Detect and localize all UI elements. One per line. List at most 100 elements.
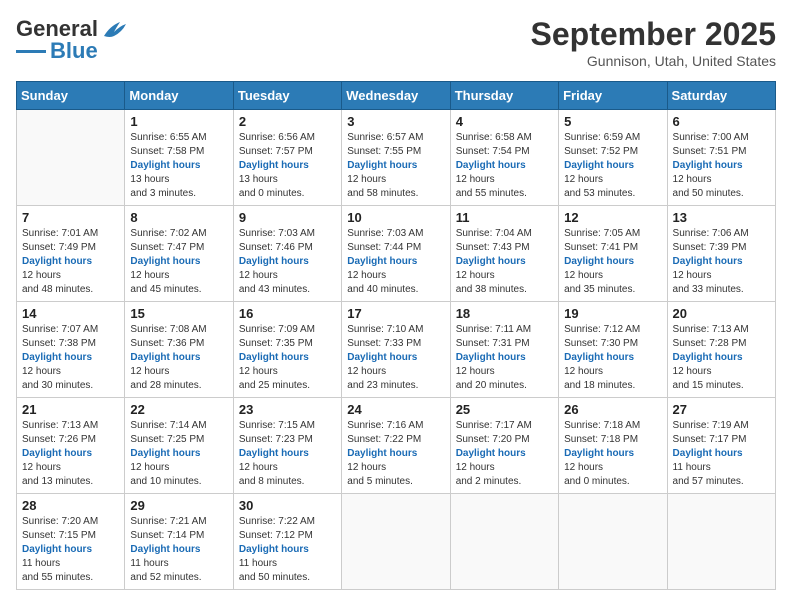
calendar-cell: 14 Sunrise: 7:07 AMSunset: 7:38 PMDayligh… [17,302,125,398]
day-info: Sunrise: 7:13 AMSunset: 7:28 PMDaylight … [673,323,770,393]
calendar-cell: 21 Sunrise: 7:13 AMSunset: 7:26 PMDayligh… [17,398,125,494]
calendar-cell: 13 Sunrise: 7:06 AMSunset: 7:39 PMDayligh… [667,206,775,302]
day-info: Sunrise: 7:13 AMSunset: 7:26 PMDaylight … [22,419,119,489]
location: Gunnison, Utah, United States [531,53,776,69]
day-info: Sunrise: 6:57 AMSunset: 7:55 PMDaylight … [347,131,444,201]
calendar-cell: 24 Sunrise: 7:16 AMSunset: 7:22 PMDayligh… [342,398,450,494]
calendar-cell: 23 Sunrise: 7:15 AMSunset: 7:23 PMDayligh… [233,398,341,494]
calendar-week-row: 14 Sunrise: 7:07 AMSunset: 7:38 PMDayligh… [17,302,776,398]
day-info: Sunrise: 7:16 AMSunset: 7:22 PMDaylight … [347,419,444,489]
calendar-cell: 12 Sunrise: 7:05 AMSunset: 7:41 PMDayligh… [559,206,667,302]
day-info: Sunrise: 7:19 AMSunset: 7:17 PMDaylight … [673,419,770,489]
day-number: 16 [239,306,336,321]
calendar-cell: 5 Sunrise: 6:59 AMSunset: 7:52 PMDaylight… [559,110,667,206]
calendar-cell: 28 Sunrise: 7:20 AMSunset: 7:15 PMDayligh… [17,494,125,590]
calendar-cell: 16 Sunrise: 7:09 AMSunset: 7:35 PMDayligh… [233,302,341,398]
day-number: 25 [456,402,553,417]
day-info: Sunrise: 7:14 AMSunset: 7:25 PMDaylight … [130,419,227,489]
calendar-cell: 19 Sunrise: 7:12 AMSunset: 7:30 PMDayligh… [559,302,667,398]
calendar-cell: 30 Sunrise: 7:22 AMSunset: 7:12 PMDayligh… [233,494,341,590]
day-info: Sunrise: 7:01 AMSunset: 7:49 PMDaylight … [22,227,119,297]
calendar-cell: 7 Sunrise: 7:01 AMSunset: 7:49 PMDaylight… [17,206,125,302]
calendar-cell: 3 Sunrise: 6:57 AMSunset: 7:55 PMDaylight… [342,110,450,206]
day-info: Sunrise: 7:03 AMSunset: 7:46 PMDaylight … [239,227,336,297]
weekday-header: Thursday [450,82,558,110]
weekday-header: Saturday [667,82,775,110]
logo: General Blue [16,16,128,64]
day-info: Sunrise: 7:03 AMSunset: 7:44 PMDaylight … [347,227,444,297]
day-info: Sunrise: 7:15 AMSunset: 7:23 PMDaylight … [239,419,336,489]
calendar-cell: 10Sunrise: 7:03 AMSunset: 7:44 PMDayligh… [342,206,450,302]
day-number: 19 [564,306,661,321]
month-title: September 2025 [531,16,776,53]
day-info: Sunrise: 7:11 AMSunset: 7:31 PMDaylight … [456,323,553,393]
calendar-cell [559,494,667,590]
day-number: 28 [22,498,119,513]
calendar-cell: 6 Sunrise: 7:00 AMSunset: 7:51 PMDaylight… [667,110,775,206]
day-number: 20 [673,306,770,321]
day-number: 5 [564,114,661,129]
day-number: 15 [130,306,227,321]
day-info: Sunrise: 7:00 AMSunset: 7:51 PMDaylight … [673,131,770,201]
calendar-cell: 9 Sunrise: 7:03 AMSunset: 7:46 PMDaylight… [233,206,341,302]
calendar-cell [17,110,125,206]
day-info: Sunrise: 7:04 AMSunset: 7:43 PMDaylight … [456,227,553,297]
day-info: Sunrise: 7:09 AMSunset: 7:35 PMDaylight … [239,323,336,393]
weekday-header: Wednesday [342,82,450,110]
day-number: 17 [347,306,444,321]
day-info: Sunrise: 6:59 AMSunset: 7:52 PMDaylight … [564,131,661,201]
calendar-cell: 4 Sunrise: 6:58 AMSunset: 7:54 PMDaylight… [450,110,558,206]
calendar-week-row: 1Sunrise: 6:55 AMSunset: 7:58 PMDaylight… [17,110,776,206]
day-number: 9 [239,210,336,225]
day-info: Sunrise: 7:07 AMSunset: 7:38 PMDaylight … [22,323,119,393]
day-number: 8 [130,210,227,225]
day-number: 18 [456,306,553,321]
calendar-cell: 22 Sunrise: 7:14 AMSunset: 7:25 PMDayligh… [125,398,233,494]
page-header: General Blue September 2025 Gunnison, Ut… [16,16,776,69]
calendar-cell [450,494,558,590]
day-number: 22 [130,402,227,417]
weekday-header: Sunday [17,82,125,110]
day-number: 6 [673,114,770,129]
day-number: 11 [456,210,553,225]
day-number: 4 [456,114,553,129]
day-info: Sunrise: 7:02 AMSunset: 7:47 PMDaylight … [130,227,227,297]
calendar-cell [667,494,775,590]
calendar-table: SundayMondayTuesdayWednesdayThursdayFrid… [16,81,776,590]
day-info: Sunrise: 6:58 AMSunset: 7:54 PMDaylight … [456,131,553,201]
day-number: 23 [239,402,336,417]
day-info: Sunrise: 7:18 AMSunset: 7:18 PMDaylight … [564,419,661,489]
day-info: Sunrise: 7:21 AMSunset: 7:14 PMDaylight … [130,515,227,585]
calendar-cell: 26Sunrise: 7:18 AMSunset: 7:18 PMDayligh… [559,398,667,494]
day-number: 3 [347,114,444,129]
calendar-week-row: 21 Sunrise: 7:13 AMSunset: 7:26 PMDayligh… [17,398,776,494]
day-number: 21 [22,402,119,417]
calendar-cell: 27 Sunrise: 7:19 AMSunset: 7:17 PMDayligh… [667,398,775,494]
calendar-cell: 20 Sunrise: 7:13 AMSunset: 7:28 PMDayligh… [667,302,775,398]
day-info: Sunrise: 7:17 AMSunset: 7:20 PMDaylight … [456,419,553,489]
day-number: 13 [673,210,770,225]
day-number: 12 [564,210,661,225]
day-info: Sunrise: 7:10 AMSunset: 7:33 PMDaylight … [347,323,444,393]
logo-bird-icon [100,18,128,40]
day-number: 14 [22,306,119,321]
day-number: 7 [22,210,119,225]
day-number: 1 [130,114,227,129]
calendar-cell: 18 Sunrise: 7:11 AMSunset: 7:31 PMDayligh… [450,302,558,398]
calendar-cell: 1Sunrise: 6:55 AMSunset: 7:58 PMDaylight… [125,110,233,206]
day-info: Sunrise: 7:12 AMSunset: 7:30 PMDaylight … [564,323,661,393]
day-info: Sunrise: 7:20 AMSunset: 7:15 PMDaylight … [22,515,119,585]
day-number: 24 [347,402,444,417]
calendar-cell: 2Sunrise: 6:56 AMSunset: 7:57 PMDaylight… [233,110,341,206]
calendar-cell: 11 Sunrise: 7:04 AMSunset: 7:43 PMDayligh… [450,206,558,302]
day-info: Sunrise: 7:08 AMSunset: 7:36 PMDaylight … [130,323,227,393]
day-number: 30 [239,498,336,513]
day-info: Sunrise: 7:05 AMSunset: 7:41 PMDaylight … [564,227,661,297]
day-info: Sunrise: 7:06 AMSunset: 7:39 PMDaylight … [673,227,770,297]
day-number: 27 [673,402,770,417]
calendar-cell: 25 Sunrise: 7:17 AMSunset: 7:20 PMDayligh… [450,398,558,494]
calendar-cell: 29Sunrise: 7:21 AMSunset: 7:14 PMDayligh… [125,494,233,590]
day-info: Sunrise: 7:22 AMSunset: 7:12 PMDaylight … [239,515,336,585]
title-block: September 2025 Gunnison, Utah, United St… [531,16,776,69]
logo-blue: Blue [50,38,98,64]
